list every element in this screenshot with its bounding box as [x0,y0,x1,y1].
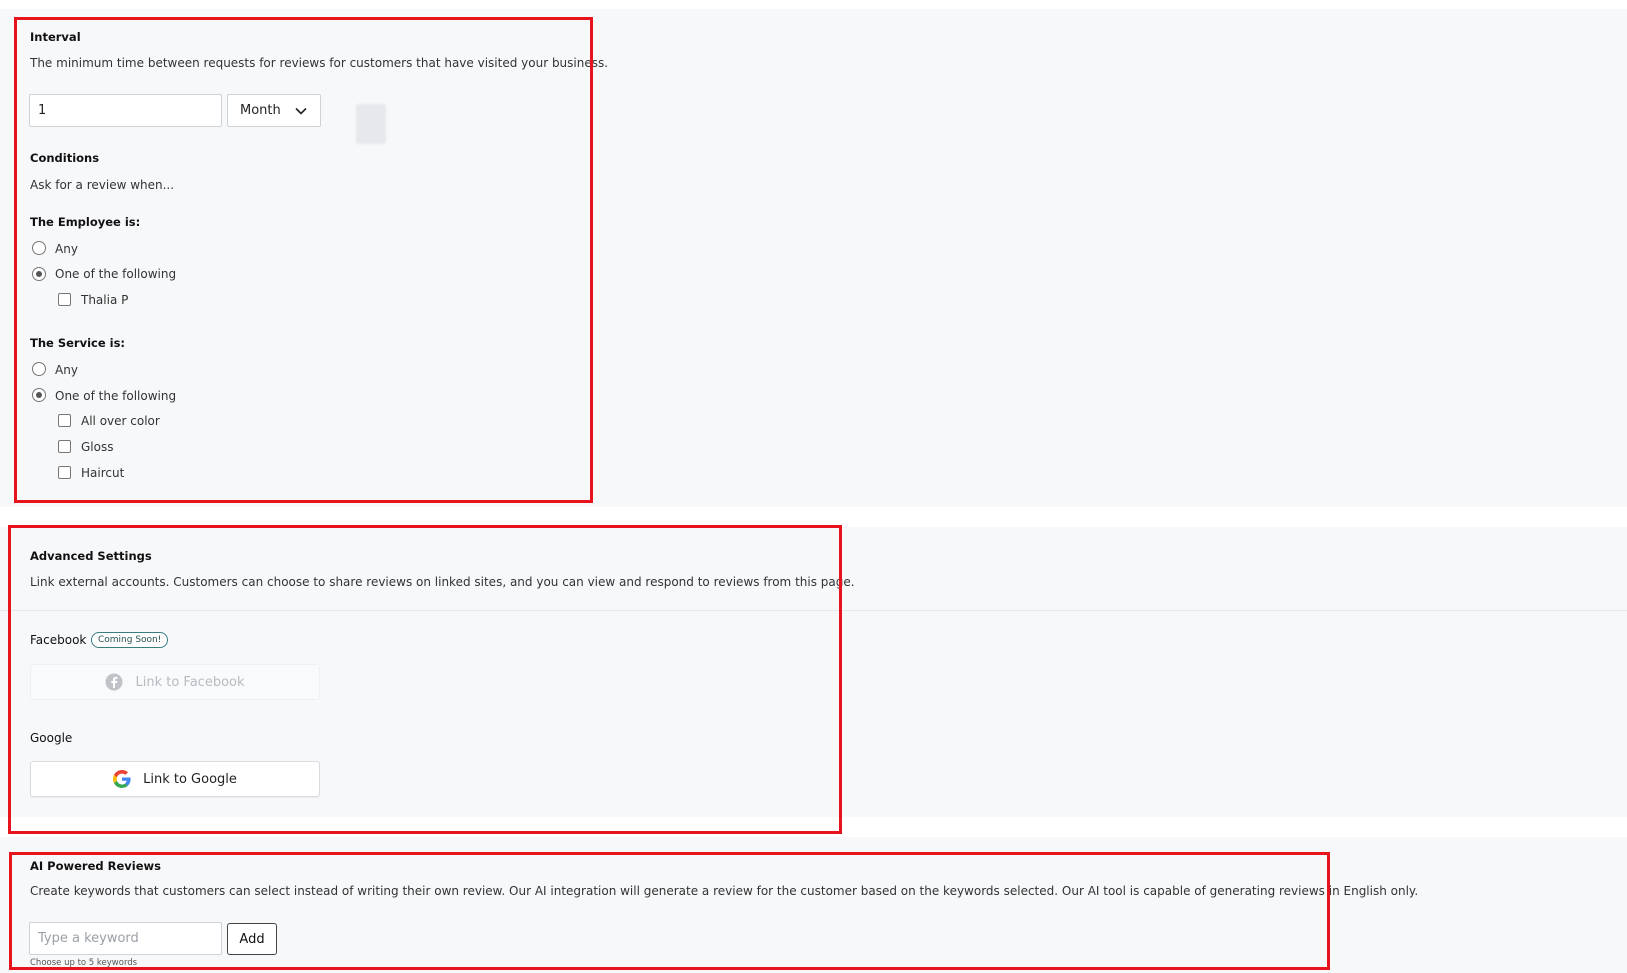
highlight-box-ai [9,852,1330,970]
highlight-box-advanced [8,525,842,834]
highlight-box-interval [14,17,593,503]
